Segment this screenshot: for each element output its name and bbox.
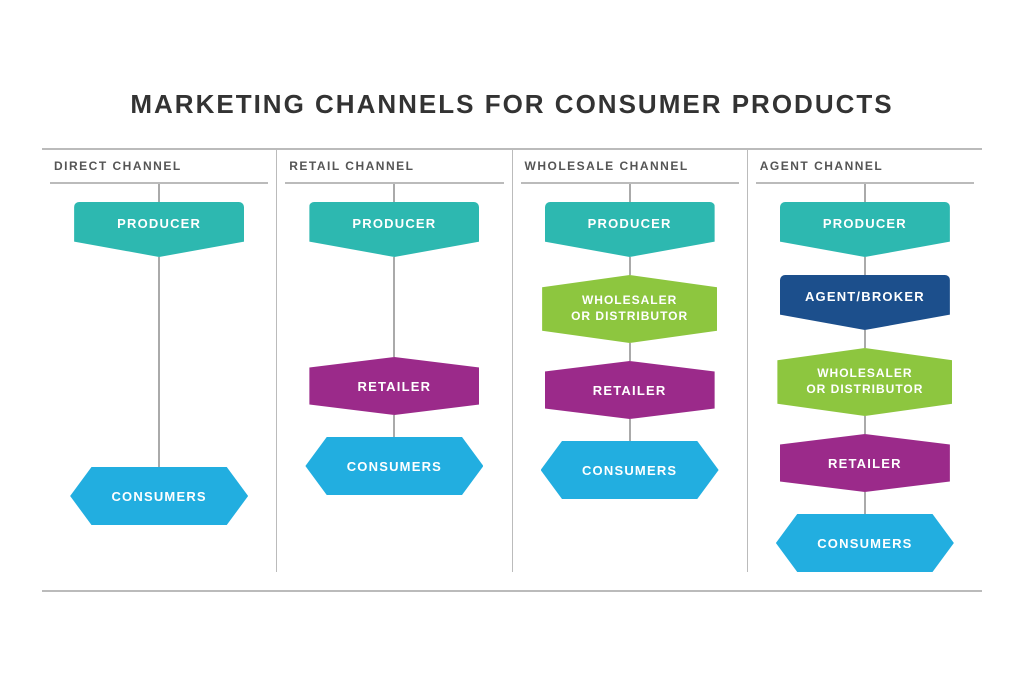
channel-wholesale: WHOLESALE CHANNEL PRODUCER WHOLESALEROR … [513,150,748,572]
box-consumers-wholesale: CONSUMERS [541,441,719,499]
label-agent-agent: AGENT/BROKER [805,289,925,304]
channel-header-wholesale: WHOLESALE CHANNEL [521,150,739,182]
channel-retail: RETAIL CHANNEL PRODUCER RETAILER [277,150,512,572]
box-producer-direct: PRODUCER [74,202,244,257]
label-consumers-direct: CONSUMERS [111,489,206,504]
box-wholesaler-wholesale: WHOLESALEROR DISTRIBUTOR [542,275,717,343]
box-retailer-retail: RETAILER [309,357,479,415]
channel-direct: DIRECT CHANNEL PRODUCER CONSUMERS [42,150,277,572]
channels-wrapper: DIRECT CHANNEL PRODUCER CONSUMERS [42,148,982,592]
box-producer-agent: PRODUCER [780,202,950,257]
connector-agent-3 [864,416,866,434]
label-consumers-agent: CONSUMERS [817,536,912,551]
label-consumers-wholesale: CONSUMERS [582,463,677,478]
connector-top-retail [393,184,395,202]
channel-body-direct: PRODUCER CONSUMERS [50,182,268,525]
connector-agent-2 [864,330,866,348]
main-title: MARKETING CHANNELS FOR CONSUMER PRODUCTS [42,89,982,120]
label-wholesaler-wholesale: WHOLESALEROR DISTRIBUTOR [571,293,688,324]
bottom-border [42,590,982,592]
label-retailer-retail: RETAILER [358,379,432,394]
connector-long-direct [158,257,160,467]
box-producer-wholesale: PRODUCER [545,202,715,257]
connector-wholesale-2 [629,343,631,361]
label-retailer-wholesale: RETAILER [593,383,667,398]
box-consumers-direct: CONSUMERS [70,467,248,525]
box-consumers-agent: CONSUMERS [776,514,954,572]
channel-body-agent: PRODUCER AGENT/BROKER WHOLESALEROR DISTR… [756,182,974,572]
channel-body-retail: PRODUCER RETAILER CONSUMERS [285,182,503,495]
box-producer-retail: PRODUCER [309,202,479,257]
box-retailer-agent: RETAILER [780,434,950,492]
label-retailer-agent: RETAILER [828,456,902,471]
connector-wholesale-1 [629,257,631,275]
connector-retail-2 [393,415,395,437]
channel-agent: AGENT CHANNEL PRODUCER AGENT/BROKER [748,150,982,572]
label-producer-agent: PRODUCER [823,216,907,231]
channel-header-direct: DIRECT CHANNEL [50,150,268,182]
label-producer-retail: PRODUCER [352,216,436,231]
box-retailer-wholesale: RETAILER [545,361,715,419]
diagram-container: MARKETING CHANNELS FOR CONSUMER PRODUCTS… [22,59,1002,622]
connector-agent-4 [864,492,866,514]
channel-body-wholesale: PRODUCER WHOLESALEROR DISTRIBUTOR RETAIL… [521,182,739,499]
connector-agent-1 [864,257,866,275]
label-wholesaler-agent: WHOLESALEROR DISTRIBUTOR [806,366,923,397]
channel-header-agent: AGENT CHANNEL [756,150,974,182]
connector-top-direct [158,184,160,202]
label-producer-direct: PRODUCER [117,216,201,231]
label-producer-wholesale: PRODUCER [588,216,672,231]
box-agent-agent: AGENT/BROKER [780,275,950,330]
connector-retail-1 [393,257,395,357]
connector-top-wholesale [629,184,631,202]
box-wholesaler-agent: WHOLESALEROR DISTRIBUTOR [777,348,952,416]
connector-top-agent [864,184,866,202]
box-consumers-retail: CONSUMERS [305,437,483,495]
label-consumers-retail: CONSUMERS [347,459,442,474]
connector-wholesale-3 [629,419,631,441]
channel-header-retail: RETAIL CHANNEL [285,150,503,182]
